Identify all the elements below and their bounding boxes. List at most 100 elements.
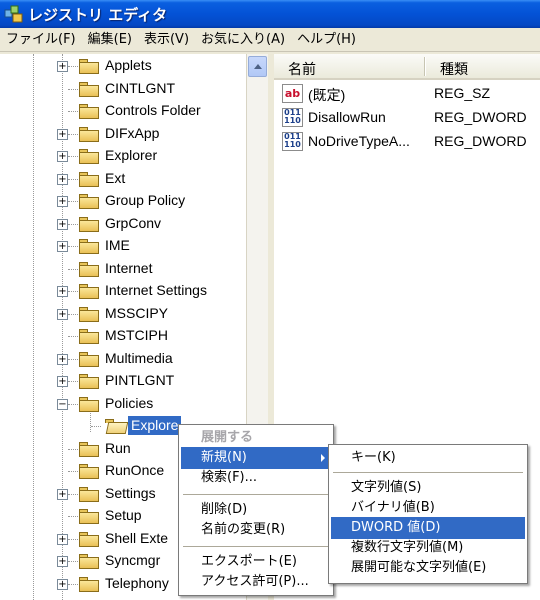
tree-expander-icon[interactable]: + (57, 556, 68, 567)
tree-expander-icon[interactable]: + (57, 308, 68, 320)
tree-item-label: Run (105, 439, 131, 456)
tree-item[interactable]: + Applets (0, 55, 245, 78)
menu-item-delete[interactable]: 削除(D) (181, 499, 331, 521)
tree-expander-icon[interactable]: + (57, 173, 68, 185)
tree-item[interactable]: + Internet Settings (0, 280, 245, 303)
tree-selected-node[interactable]: Explore (128, 416, 182, 435)
tree-item-label: MSSCIPY (105, 304, 169, 321)
tree-item-label: DIFxApp (105, 124, 160, 141)
menu-edit[interactable]: 編集(E) (82, 28, 138, 52)
tree-item-label: MSTCIPH (105, 327, 168, 343)
tree-item-label: Settings (105, 484, 156, 501)
tree-connector (68, 268, 78, 270)
submenu-item-string-value[interactable]: 文字列値(S) (331, 477, 525, 499)
tree-expander-icon[interactable]: + (57, 151, 68, 162)
scroll-up-button[interactable] (248, 56, 267, 77)
submenu-item-binary-value[interactable]: バイナリ値(B) (331, 497, 525, 519)
tree-item[interactable]: + DIFxApp (0, 123, 245, 146)
tree-connector (68, 88, 78, 90)
tree-expander-icon[interactable]: + (57, 196, 68, 207)
menu-item-new[interactable]: 新規(N) (181, 447, 331, 469)
folder-icon (78, 283, 100, 300)
folder-icon (78, 553, 100, 570)
tree-item-label: Internet (105, 259, 153, 276)
title-bar[interactable]: レジストリ エディタ (0, 0, 540, 28)
tree-item[interactable]: + Multimedia (0, 348, 245, 371)
binary-value-icon: 011 110 (282, 132, 303, 151)
tree-connector (68, 223, 78, 225)
tree-item-label: Syncmgr (105, 552, 161, 568)
menu-favorites[interactable]: お気に入り(A) (195, 28, 291, 52)
tree-item-label: Applets (105, 57, 152, 73)
folder-icon (78, 531, 100, 548)
menu-view[interactable]: 表示(V) (138, 28, 195, 52)
list-row[interactable]: 011 110 NoDriveTypeA... REG_DWORD (280, 130, 540, 154)
menu-item-rename[interactable]: 名前の変更(R) (181, 519, 331, 541)
new-submenu: キー(K) 文字列値(S) バイナリ値(B) DWORD 値(D) 複数行文字列… (328, 444, 528, 584)
folder-icon (78, 103, 100, 120)
tree-expander-icon[interactable]: + (57, 488, 68, 500)
menu-separator (183, 494, 329, 495)
tree-expander-icon[interactable]: − (57, 398, 68, 410)
column-header-type[interactable]: 種類 (440, 59, 468, 79)
tree-item[interactable]: + MSSCIPY (0, 303, 245, 326)
tree-connector (68, 403, 78, 405)
column-header-name[interactable]: 名前 (288, 59, 316, 79)
submenu-item-dword-value[interactable]: DWORD 値(D) (331, 517, 525, 539)
tree-connector (68, 201, 78, 202)
value-type: REG_DWORD (434, 109, 527, 125)
tree-item[interactable]: MSTCIPH (0, 325, 245, 348)
binary-value-icon: 011 110 (282, 108, 303, 127)
tree-item-label: Multimedia (105, 349, 173, 366)
tree-item[interactable]: + Ext (0, 168, 245, 191)
tree-item[interactable]: + Explorer (0, 145, 245, 168)
tree-item[interactable]: CINTLGNT (0, 78, 245, 101)
folder-icon (78, 306, 100, 323)
tree-item[interactable]: + PINTLGNT (0, 370, 245, 393)
folder-icon (78, 508, 100, 525)
folder-icon (78, 238, 100, 255)
tree-expander-icon[interactable]: + (57, 376, 68, 387)
tree-item[interactable]: + Group Policy (0, 190, 245, 213)
submenu-item-key[interactable]: キー(K) (331, 447, 525, 469)
tree-expander-icon[interactable]: + (57, 128, 68, 140)
menu-item-expand[interactable]: 展開する (181, 427, 331, 449)
tree-connector (68, 156, 78, 157)
value-name: (既定) (308, 87, 346, 103)
tree-expander-icon[interactable]: + (57, 241, 68, 252)
column-divider[interactable] (424, 57, 426, 76)
tree-connector (68, 381, 78, 382)
tree-connector (68, 561, 78, 562)
folder-icon (78, 328, 100, 345)
tree-expander-icon[interactable]: + (57, 353, 68, 365)
tree-item[interactable]: + GrpConv (0, 213, 245, 236)
menu-separator (333, 472, 523, 473)
tree-expander-icon[interactable]: + (57, 578, 68, 590)
tree-item[interactable]: + IME (0, 235, 245, 258)
list-row[interactable]: 011 110 DisallowRun REG_DWORD (280, 106, 540, 130)
value-type: REG_DWORD (434, 133, 527, 149)
value-name: NoDriveTypeA... (308, 133, 410, 149)
tree-item[interactable]: Internet (0, 258, 245, 281)
tree-item-label: Policies (105, 394, 154, 411)
submenu-item-expandable-string-value[interactable]: 展開可能な文字列値(E) (331, 557, 525, 579)
tree-expander-icon[interactable]: + (57, 218, 68, 230)
menu-item-find[interactable]: 検索(F)... (181, 467, 331, 489)
tree-expander-icon[interactable]: + (57, 61, 68, 72)
string-value-icon: ab (282, 84, 303, 103)
menu-item-export[interactable]: エクスポート(E) (181, 551, 331, 573)
list-row[interactable]: ab (既定) REG_SZ (280, 82, 540, 106)
value-type: REG_SZ (434, 85, 491, 101)
submenu-item-multi-string-value[interactable]: 複数行文字列値(M) (331, 537, 525, 559)
tree-item[interactable]: − Policies (0, 393, 245, 416)
tree-connector (68, 538, 78, 540)
menu-item-permissions[interactable]: アクセス許可(P)... (181, 571, 331, 593)
folder-icon (78, 396, 100, 413)
tree-item[interactable]: Controls Folder (0, 100, 245, 123)
open-folder-icon (104, 418, 129, 435)
tree-expander-icon[interactable]: + (57, 286, 68, 297)
menu-file[interactable]: ファイル(F) (0, 28, 82, 52)
folder-icon (78, 463, 100, 480)
tree-expander-icon[interactable]: + (57, 533, 68, 545)
menu-help[interactable]: ヘルプ(H) (291, 28, 362, 52)
